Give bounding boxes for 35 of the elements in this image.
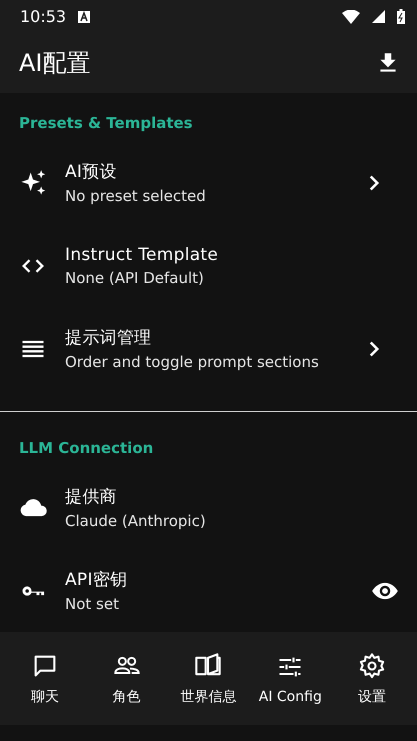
settings-icon [358,652,386,680]
nav-tab[interactable]: 设置 [331,652,413,706]
signal-icon [372,10,385,23]
nav-label: 世界信息 [180,688,236,706]
nav-tab[interactable]: AI Config [249,652,332,704]
nav-label: 角色 [112,688,141,706]
nav-tab[interactable]: 聊天 [4,652,86,706]
item-subtitle: Claude (Anthropic) [65,512,207,530]
sparkle-icon [19,168,47,196]
item-title: 提供商 [65,486,118,508]
item-title: Instruct Template [65,244,220,264]
item-subtitle: None (API Default) [65,268,205,286]
notification-icon [78,10,90,22]
nav-label: 聊天 [30,688,59,706]
settings-item[interactable]: 提供商 Claude (Anthropic) [0,466,417,549]
wifi-icon [342,10,360,24]
settings-item[interactable]: AI预设 No preset selected [0,141,417,224]
settings-item[interactable]: 提示词管理 Order and toggle prompt sections [0,307,417,390]
nav-tab[interactable]: 世界信息 [168,652,250,706]
app-title: AI配置 [19,48,92,79]
item-title: 提示词管理 [65,327,152,349]
section-header: Presets & Templates [18,113,194,134]
section-header: LLM Connection [18,438,154,459]
settings-item[interactable]: Instruct Template None (API Default) [0,224,417,307]
battery-icon [397,9,405,24]
item-subtitle: Order and toggle prompt sections [65,353,320,371]
settings-item[interactable]: API密钥 Not set [0,549,417,632]
item-subtitle: Not set [65,595,120,613]
item-title: API密钥 [65,569,128,591]
nav-label: AI Config [258,688,322,704]
nav-label: 设置 [358,688,386,706]
nav-tab[interactable]: 角色 [86,652,168,706]
item-title: AI预设 [65,161,118,183]
item-subtitle: No preset selected [65,187,207,205]
status-time: 10:53 [20,7,66,26]
